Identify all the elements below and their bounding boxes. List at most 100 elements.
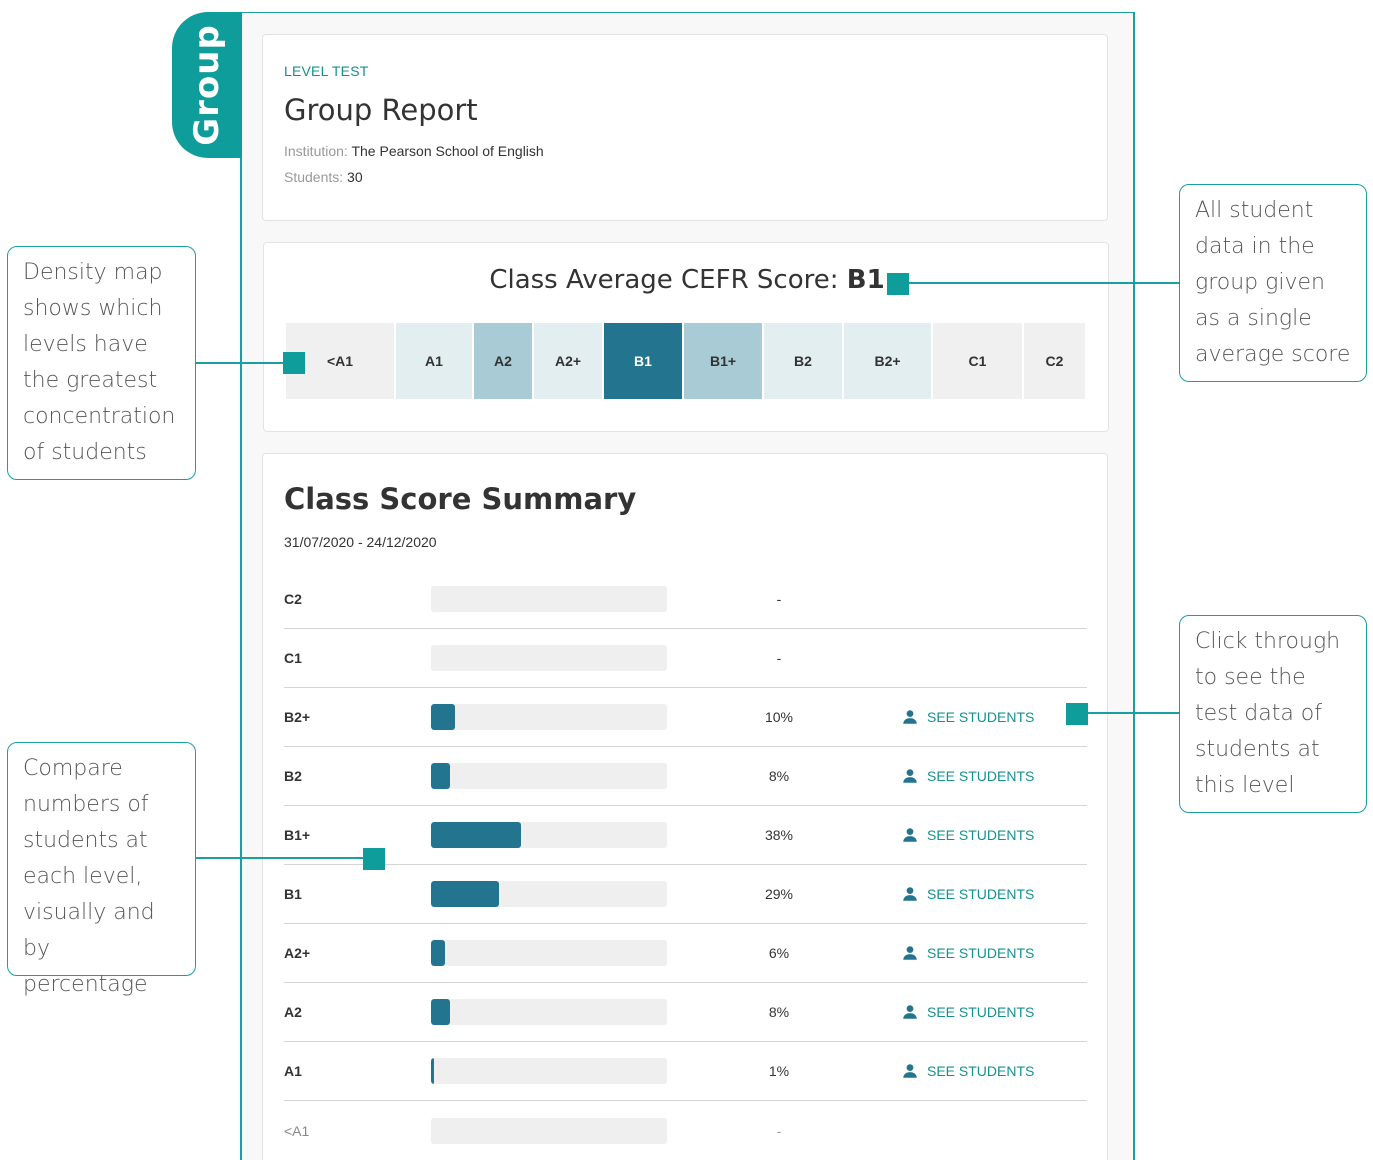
see-students-label: SEE STUDENTS — [927, 709, 1035, 725]
callout-compare-text: Compare numbers of students at each leve… — [23, 756, 155, 997]
level-label: C1 — [284, 650, 302, 666]
person-icon — [901, 944, 919, 962]
level-percent: 1% — [768, 1063, 790, 1079]
level-bar-track — [431, 645, 667, 671]
level-label: B1+ — [284, 827, 311, 843]
level-bar-fill — [431, 1058, 434, 1084]
class-score-summary-card: Class Score Summary 31/07/2020 - 24/12/2… — [262, 453, 1108, 1160]
class-average-prefix: Class Average CEFR Score: — [489, 265, 839, 295]
person-icon — [901, 1003, 919, 1021]
density-cell: C1 — [933, 323, 1022, 399]
level-row: C1 - — [284, 629, 1087, 688]
callout-marker — [363, 848, 385, 870]
callout-click-text: Click through to see the test data of st… — [1195, 629, 1341, 798]
level-bar-fill — [431, 940, 446, 966]
see-students-link[interactable]: SEE STUDENTS — [901, 826, 1034, 844]
person-icon — [901, 767, 919, 785]
callout-average-score: All student data in the group given as a… — [1179, 184, 1367, 382]
institution-value: The Pearson School of English — [351, 143, 544, 159]
callout-marker — [1066, 703, 1088, 725]
see-students-link[interactable]: SEE STUDENTS — [901, 885, 1034, 903]
level-percent: 8% — [768, 768, 790, 784]
see-students-link[interactable]: SEE STUDENTS — [901, 1003, 1034, 1021]
callout-marker — [887, 273, 909, 295]
level-row: A2 8% SEE STUDENTS — [284, 983, 1087, 1042]
see-students-label: SEE STUDENTS — [927, 1063, 1035, 1079]
level-bar-fill — [431, 881, 500, 907]
person-icon — [901, 885, 919, 903]
level-percent: 29% — [764, 886, 794, 902]
students-count: 30 — [347, 169, 363, 185]
connector-line — [1076, 712, 1180, 714]
institution-label: Institution: — [284, 143, 348, 159]
connector-line — [196, 857, 372, 859]
level-bar-track — [431, 1117, 667, 1144]
see-students-link[interactable]: SEE STUDENTS — [901, 1062, 1034, 1080]
level-bar-track — [431, 586, 667, 612]
level-row: <A1 - — [284, 1101, 1087, 1160]
report-header-card: LEVEL TEST Group Report Institution: The… — [262, 34, 1108, 221]
class-average-card: Class Average CEFR Score: B1 <A1 A1 A2 A2+ B… — [263, 242, 1109, 432]
group-side-tab-label: Group — [187, 24, 228, 146]
page-title: Group Report — [284, 93, 478, 127]
class-average-score: B1 — [846, 265, 885, 295]
person-icon — [901, 708, 919, 726]
person-icon — [901, 826, 919, 844]
level-label: B1 — [284, 886, 302, 902]
level-percent: - — [776, 650, 782, 666]
level-bar-track — [431, 881, 667, 907]
callout-density-map: Density map shows which levels have the … — [7, 246, 196, 480]
level-row: A2+ 6% SEE STUDENTS — [284, 924, 1087, 983]
level-bar-track — [431, 999, 667, 1025]
level-label: A1 — [284, 1063, 302, 1079]
level-row: B2 8% SEE STUDENTS — [284, 747, 1087, 806]
level-row: B2+ 10% SEE STUDENTS — [284, 688, 1087, 747]
level-label: A2 — [284, 1004, 302, 1020]
level-row: A1 1% SEE STUDENTS — [284, 1042, 1087, 1101]
connector-line — [898, 282, 1180, 284]
level-bar-track — [431, 940, 667, 966]
callout-click-through: Click through to see the test data of st… — [1179, 615, 1367, 813]
see-students-link[interactable]: SEE STUDENTS — [901, 708, 1034, 726]
institution-info: Institution: The Pearson School of Engli… — [284, 143, 544, 159]
callout-average-text: All student data in the group given as a… — [1195, 198, 1351, 367]
group-side-tab[interactable]: Group — [172, 12, 242, 158]
class-average-title: Class Average CEFR Score: B1 — [264, 265, 1110, 295]
density-cell: C2 — [1024, 323, 1085, 399]
density-cell: A1 — [396, 323, 472, 399]
level-bar-fill — [431, 999, 450, 1025]
callout-marker — [283, 352, 305, 374]
level-label: B2 — [284, 768, 302, 784]
density-cell: A2 — [474, 323, 532, 399]
density-cell: B1+ — [684, 323, 762, 399]
density-map: <A1 A1 A2 A2+ B1 B1+ B2 B2+ C1 C2 — [286, 323, 1087, 399]
see-students-label: SEE STUDENTS — [927, 886, 1035, 902]
level-label: A2+ — [284, 945, 311, 961]
density-cell: B2 — [764, 323, 842, 399]
person-icon — [901, 1062, 919, 1080]
callout-density-text: Density map shows which levels have the … — [23, 260, 176, 465]
level-bar-track — [431, 763, 667, 789]
see-students-label: SEE STUDENTS — [927, 1004, 1035, 1020]
summary-title: Class Score Summary — [284, 482, 637, 516]
level-score-list: C2 - C1 - B2+ 10% SEE STUDENTS B2 8% SEE STUDENTS… — [284, 570, 1087, 1160]
level-percent: - — [776, 591, 782, 607]
students-info: Students: 30 — [284, 169, 363, 185]
report-type-label: LEVEL TEST — [284, 63, 369, 79]
level-bar-track — [431, 704, 667, 730]
level-percent: 8% — [768, 1004, 790, 1020]
callout-compare: Compare numbers of students at each leve… — [7, 742, 196, 997]
see-students-link[interactable]: SEE STUDENTS — [901, 944, 1034, 962]
level-label: C2 — [284, 591, 302, 607]
connector-line — [196, 362, 294, 364]
summary-date-range: 31/07/2020 - 24/12/2020 — [284, 534, 437, 550]
see-students-link[interactable]: SEE STUDENTS — [901, 767, 1034, 785]
level-bar-fill — [431, 763, 450, 789]
level-bar-fill — [431, 822, 521, 848]
level-label: <A1 — [284, 1122, 310, 1139]
students-label: Students: — [284, 169, 344, 185]
density-cell: A2+ — [534, 323, 602, 399]
level-bar-track — [431, 822, 667, 848]
see-students-label: SEE STUDENTS — [927, 945, 1035, 961]
level-bar-fill — [431, 704, 455, 730]
